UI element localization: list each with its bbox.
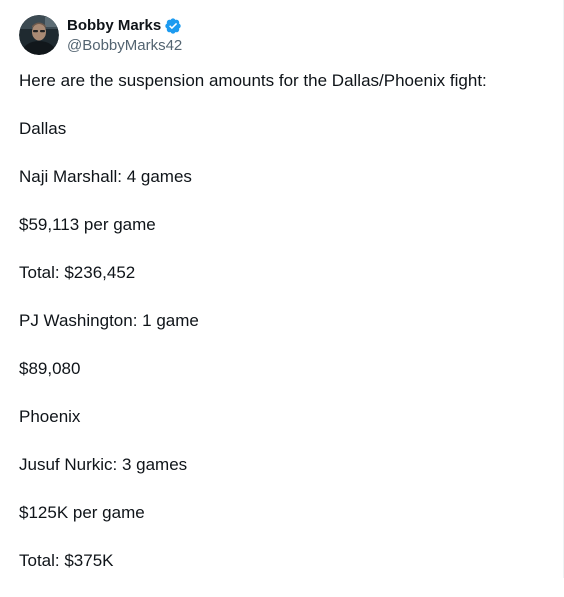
author-handle[interactable]: @BobbyMarks42 <box>67 37 182 55</box>
tweet-line: PJ Washington: 1 game <box>19 311 199 330</box>
verified-badge-icon[interactable] <box>164 17 182 35</box>
tweet-text: Here are the suspension amounts for the … <box>19 69 549 597</box>
tweet-line: Total: $375K <box>19 551 114 570</box>
avatar[interactable] <box>19 15 59 55</box>
author-names: Bobby Marks @BobbyMarks42 <box>67 15 182 55</box>
tweet-header: Bobby Marks @BobbyMarks42 <box>19 15 182 55</box>
tweet-line: Here are the suspension amounts for the … <box>19 71 487 90</box>
tweet-line: Phoenix <box>19 407 81 426</box>
tweet-line: Dallas <box>19 119 67 138</box>
author-display-name[interactable]: Bobby Marks <box>67 17 161 35</box>
name-row: Bobby Marks <box>67 17 182 35</box>
tweet-line: Jusuf Nurkic: 3 games <box>19 455 188 474</box>
tweet-line: $59,113 per game <box>19 215 156 234</box>
tweet-line: Naji Marshall: 4 games <box>19 167 192 186</box>
tweet-line: Total: $236,452 <box>19 263 136 282</box>
tweet-line: $125K per game <box>19 503 145 522</box>
tweet-line: $89,080 <box>19 359 81 378</box>
